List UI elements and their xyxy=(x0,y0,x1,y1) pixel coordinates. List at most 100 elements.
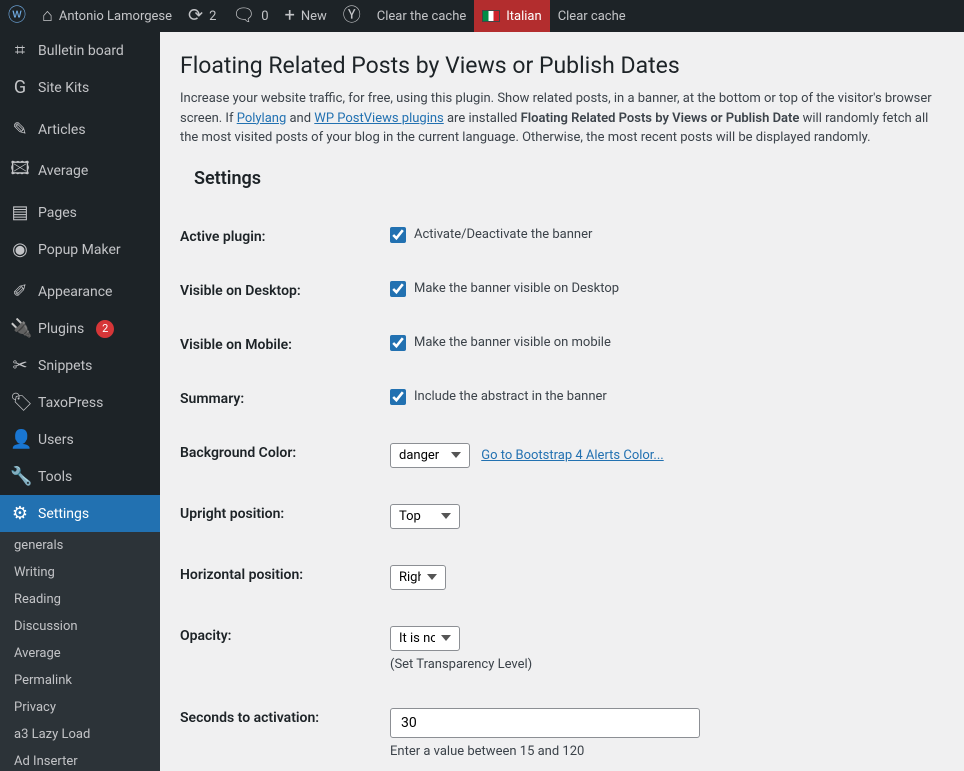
row-opacity: Opacity: It is not (Set Transparency Lev… xyxy=(180,608,944,690)
italian-label: Italian xyxy=(506,9,541,24)
menu-settings[interactable]: ⚙Settings xyxy=(0,495,160,532)
clear-cache-2[interactable]: Clear cache xyxy=(550,0,634,32)
row-summary: Summary: Include the abstract in the ban… xyxy=(180,371,944,425)
plus-icon: + xyxy=(285,7,295,25)
checkbox-text: Activate/Deactivate the banner xyxy=(414,227,592,242)
bootstrap-alerts-link[interactable]: Go to Bootstrap 4 Alerts Color... xyxy=(481,448,663,463)
submenu-privacy[interactable]: Privacy xyxy=(0,694,160,721)
select-upright-position[interactable]: Top xyxy=(390,504,460,529)
select-horizontal-position[interactable]: Right xyxy=(390,565,446,590)
submenu-reading[interactable]: Reading xyxy=(0,586,160,613)
comments-count: 0 xyxy=(261,9,268,24)
sitekit-icon: G xyxy=(10,77,30,98)
clear-cache-1-label: Clear the cache xyxy=(377,9,466,24)
menu-label: Average xyxy=(38,163,88,179)
label-seconds-activation: Seconds to activation: xyxy=(180,708,390,726)
label-visible-mobile: Visible on Mobile: xyxy=(180,335,390,353)
clear-cache-1[interactable]: Clear the cache xyxy=(369,0,474,32)
comments-link[interactable]: 🗨0 xyxy=(224,0,276,32)
plugins-update-badge: 2 xyxy=(96,320,114,338)
checkbox-text: Make the banner visible on mobile xyxy=(414,335,611,350)
checkbox-wrapper-summary[interactable]: Include the abstract in the banner xyxy=(390,389,944,405)
row-horizontal-position: Horizontal position: Right xyxy=(180,547,944,608)
label-opacity: Opacity: xyxy=(180,626,390,644)
settings-submenu: generals Writing Reading Discussion Aver… xyxy=(0,532,160,771)
menu-articles[interactable]: ✎Articles xyxy=(0,111,160,148)
help-seconds-activation: Enter a value between 15 and 120 xyxy=(390,744,944,759)
wordpress-icon: ⓦ xyxy=(8,7,26,25)
menu-label: Bulletin board xyxy=(38,43,124,59)
menu-tools[interactable]: 🔧Tools xyxy=(0,458,160,495)
menu-label: Site Kits xyxy=(38,80,89,96)
menu-label: TaxoPress xyxy=(38,395,103,411)
menu-label: Appearance xyxy=(38,284,112,300)
select-opacity[interactable]: It is not xyxy=(390,626,460,651)
row-upright-position: Upright position: Top xyxy=(180,486,944,547)
menu-popup-maker[interactable]: ◉Popup Maker xyxy=(0,231,160,268)
menu-label: Users xyxy=(38,432,74,448)
updates-link[interactable]: ⟳2 xyxy=(180,0,224,32)
menu-average[interactable]: 🖾 Average xyxy=(0,148,160,194)
checkbox-visible-desktop[interactable] xyxy=(390,281,406,297)
checkbox-visible-mobile[interactable] xyxy=(390,335,406,351)
menu-label: Plugins xyxy=(38,321,84,337)
row-visible-desktop: Visible on Desktop: Make the banner visi… xyxy=(180,263,944,317)
language-italian[interactable]: Italian xyxy=(474,0,549,32)
checkbox-wrapper-visible-mobile[interactable]: Make the banner visible on mobile xyxy=(390,335,944,351)
page-description: Increase your website traffic, for free,… xyxy=(180,89,944,148)
menu-appearance[interactable]: ✐ Appearance xyxy=(0,273,160,310)
submenu-ad-inserter[interactable]: Ad Inserter xyxy=(0,748,160,771)
submenu-a3-lazy-load[interactable]: a3 Lazy Load xyxy=(0,721,160,748)
clear-cache-2-label: Clear cache xyxy=(558,9,626,24)
admin-bar: ⓦ ⌂Antonio Lamorgese ⟳2 🗨0 +New Ⓨ Clear … xyxy=(0,0,964,32)
submenu-permalink[interactable]: Permalink xyxy=(0,667,160,694)
desc-text: are installed xyxy=(444,111,521,126)
user-icon: 👤 xyxy=(10,429,30,450)
media-icon: 🖾 xyxy=(10,156,30,186)
page-title: Floating Related Posts by Views or Publi… xyxy=(180,52,944,79)
home-icon: ⌂ xyxy=(42,7,53,25)
submenu-writing[interactable]: Writing xyxy=(0,559,160,586)
submenu-discussion[interactable]: Discussion xyxy=(0,613,160,640)
pin-icon: ✎ xyxy=(10,119,30,140)
label-background-color: Background Color: xyxy=(180,443,390,461)
menu-taxopress[interactable]: 🏷 TaxoPress xyxy=(0,384,160,421)
dashboard-icon: ⌗ xyxy=(10,40,30,61)
menu-label: Tools xyxy=(38,469,72,485)
polylang-link[interactable]: Polylang xyxy=(237,111,287,126)
checkbox-summary[interactable] xyxy=(390,389,406,405)
comment-icon: 🗨 xyxy=(232,7,255,25)
menu-snippets[interactable]: ✂Snippets xyxy=(0,347,160,384)
checkbox-active-plugin[interactable] xyxy=(390,227,406,243)
menu-label: Settings xyxy=(38,506,89,522)
checkbox-wrapper-visible-desktop[interactable]: Make the banner visible on Desktop xyxy=(390,281,944,297)
italian-flag-icon xyxy=(482,10,500,22)
submenu-generals[interactable]: generals xyxy=(0,532,160,559)
label-active-plugin: Active plugin: xyxy=(180,227,390,245)
yoast-link[interactable]: Ⓨ xyxy=(335,0,369,32)
checkbox-text: Make the banner visible on Desktop xyxy=(414,281,619,296)
site-name-link[interactable]: ⌂Antonio Lamorgese xyxy=(34,0,180,32)
menu-pages[interactable]: ▤Pages xyxy=(0,194,160,231)
row-visible-mobile: Visible on Mobile: Make the banner visib… xyxy=(180,317,944,371)
wp-postviews-link[interactable]: WP PostViews plugins xyxy=(314,111,443,126)
menu-site-kits[interactable]: G Site Kits xyxy=(0,69,160,106)
menu-users[interactable]: 👤 Users xyxy=(0,421,160,458)
label-summary: Summary: xyxy=(180,389,390,407)
yoast-icon: Ⓨ xyxy=(343,7,361,25)
checkbox-wrapper-active-plugin[interactable]: Activate/Deactivate the banner xyxy=(390,227,944,243)
input-seconds-activation[interactable] xyxy=(390,708,700,738)
wp-logo[interactable]: ⓦ xyxy=(0,0,34,32)
refresh-icon: ⟳ xyxy=(188,7,203,25)
menu-plugins[interactable]: 🔌Plugins2 xyxy=(0,310,160,347)
popup-icon: ◉ xyxy=(10,239,30,260)
select-background-color[interactable]: danger xyxy=(390,443,470,468)
tag-icon: 🏷 xyxy=(10,392,30,413)
menu-bulletin-board[interactable]: ⌗ Bulletin board xyxy=(0,32,160,69)
label-visible-desktop: Visible on Desktop: xyxy=(180,281,390,299)
updates-count: 2 xyxy=(209,9,216,24)
submenu-average[interactable]: Average xyxy=(0,640,160,667)
new-content-link[interactable]: +New xyxy=(277,0,335,32)
scissors-icon: ✂ xyxy=(10,355,30,376)
brush-icon: ✐ xyxy=(10,281,30,302)
